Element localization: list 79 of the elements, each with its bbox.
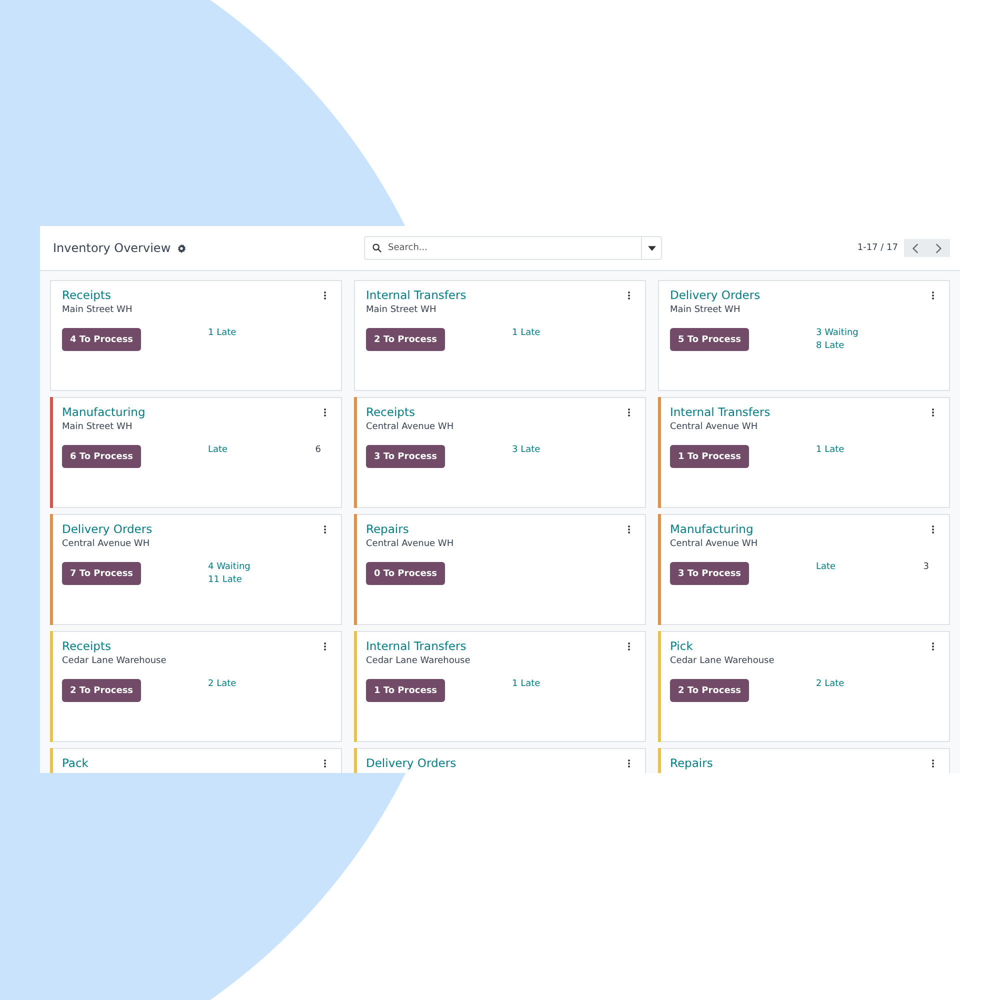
to-process-button[interactable]: 2 To Process — [366, 328, 446, 351]
more-options-icon[interactable] — [931, 408, 935, 416]
status-link[interactable]: 1 Late — [816, 445, 844, 455]
more-options-icon[interactable] — [931, 290, 935, 300]
card-title[interactable]: Manufacturing — [62, 405, 146, 419]
status-link[interactable]: 2 Late — [816, 679, 844, 689]
to-process-button[interactable]: 3 To Process — [670, 562, 750, 585]
more-options-icon[interactable] — [627, 524, 631, 534]
warehouse-name: Cedar Lane Warehouse — [670, 656, 776, 666]
warehouse-name: Central Avenue WH — [366, 422, 455, 432]
status-link[interactable]: 3 Waiting — [816, 328, 858, 338]
status-link[interactable]: 11 Late — [208, 575, 242, 585]
chevron-right-icon — [935, 242, 942, 254]
more-options-icon[interactable] — [931, 524, 935, 534]
window-title: Inventory Overview — [53, 241, 171, 255]
to-process-button[interactable]: 6 To Process — [62, 445, 142, 468]
status-link[interactable]: Late — [208, 445, 228, 455]
to-process-button[interactable]: 1 To Process — [670, 445, 750, 468]
to-process-button[interactable]: 5 To Process — [670, 328, 750, 351]
card-title[interactable]: Receipts — [62, 639, 111, 653]
status-link[interactable]: 2 Late — [208, 679, 236, 689]
status-link[interactable]: 8 Late — [816, 341, 844, 351]
more-options-icon[interactable] — [931, 758, 935, 768]
more-options-icon[interactable] — [323, 758, 327, 768]
card-title[interactable]: Manufacturing — [670, 522, 754, 536]
card-title[interactable]: Delivery Orders — [62, 522, 152, 536]
status-link[interactable]: 4 Waiting — [208, 562, 250, 572]
warehouse-name: Central Avenue WH — [62, 539, 151, 549]
card-title[interactable]: Repairs — [366, 522, 409, 536]
status-link[interactable]: 1 Late — [512, 328, 540, 338]
card-title[interactable]: Receipts — [366, 405, 415, 419]
warehouse-name: Central Avenue WH — [366, 539, 455, 549]
caret-icon — [648, 246, 656, 250]
card-title[interactable]: Pack — [62, 756, 88, 770]
chevron-left-icon — [912, 242, 919, 254]
to-process-button[interactable]: 3 To Process — [366, 445, 446, 468]
status-link[interactable]: 3 Late — [512, 445, 540, 455]
status-count: 3 — [923, 562, 929, 572]
more-options-icon[interactable] — [627, 758, 631, 768]
more-options-icon[interactable] — [627, 290, 631, 300]
warehouse-name: Main Street WH — [62, 422, 134, 432]
to-process-button[interactable]: 1 To Process — [366, 679, 446, 702]
card-title[interactable]: Repairs — [670, 756, 713, 770]
warehouse-name: Main Street WH — [62, 305, 134, 315]
search-options-button[interactable] — [641, 236, 662, 260]
warehouse-name: Cedar Lane Warehouse — [62, 656, 168, 666]
card-title[interactable]: Receipts — [62, 288, 111, 302]
card-title[interactable]: Internal Transfers — [366, 639, 466, 653]
status-link[interactable]: 1 Late — [208, 328, 236, 338]
card-title[interactable]: Internal Transfers — [670, 405, 770, 419]
to-process-button[interactable]: 7 To Process — [62, 562, 142, 585]
warehouse-name: Central Avenue WH — [670, 422, 759, 432]
card-title[interactable]: Pick — [670, 639, 693, 653]
warehouse-name: Main Street WH — [670, 305, 742, 315]
more-options-icon[interactable] — [323, 290, 327, 300]
previous-button[interactable] — [904, 239, 927, 257]
more-options-icon[interactable] — [627, 642, 631, 650]
pager-range: 1-17 / 17 — [857, 243, 898, 253]
warehouse-name: Central Avenue WH — [670, 539, 759, 549]
more-options-icon[interactable] — [627, 408, 631, 416]
status-count: 6 — [315, 445, 321, 455]
more-options-icon[interactable] — [931, 642, 935, 650]
more-options-icon[interactable] — [323, 524, 327, 534]
status-link[interactable]: Late — [816, 562, 836, 572]
card-title[interactable]: Delivery Orders — [366, 756, 456, 770]
warehouse-name: Main Street WH — [366, 305, 438, 315]
to-process-button[interactable]: 0 To Process — [366, 562, 446, 585]
card-title[interactable]: Delivery Orders — [670, 288, 760, 302]
to-process-button[interactable]: 4 To Process — [62, 328, 142, 351]
to-process-button[interactable]: 2 To Process — [62, 679, 142, 702]
status-link[interactable]: 1 Late — [512, 679, 540, 689]
to-process-button[interactable]: 2 To Process — [670, 679, 750, 702]
search-field[interactable]: Search... — [364, 236, 641, 260]
settings-icon[interactable] — [176, 244, 186, 252]
more-options-icon[interactable] — [323, 408, 327, 416]
next-button[interactable] — [927, 239, 950, 257]
warehouse-name: Cedar Lane Warehouse — [366, 656, 472, 666]
card-title[interactable]: Internal Transfers — [366, 288, 466, 302]
more-options-icon[interactable] — [323, 642, 327, 650]
